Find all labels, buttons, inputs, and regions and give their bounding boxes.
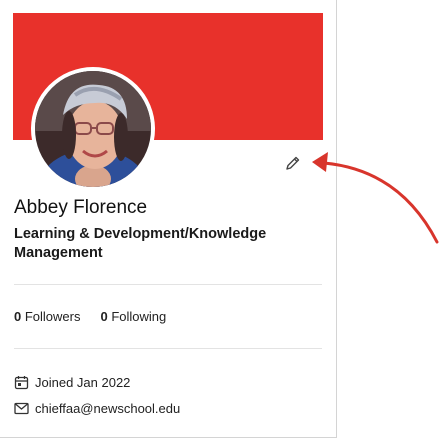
following-count: 0 [100, 309, 108, 324]
divider [14, 348, 322, 349]
joined-text: Joined Jan 2022 [35, 375, 131, 390]
edit-profile-button[interactable] [283, 153, 303, 173]
profile-title: Learning & Development/Knowledge Managem… [14, 226, 267, 261]
followers-count: 0 [14, 309, 22, 324]
following-label: Following [111, 309, 167, 324]
followers-link[interactable]: 0 Followers [14, 309, 80, 324]
following-link[interactable]: 0 Following [100, 309, 166, 324]
avatar[interactable] [31, 67, 155, 191]
envelope-icon [14, 402, 29, 415]
followers-label: Followers [24, 309, 81, 324]
profile-card: Abbey Florence Learning & Development/Kn… [0, 0, 337, 438]
pencil-icon [286, 156, 300, 170]
divider [14, 284, 322, 285]
email-link[interactable]: chieffaa@newschool.edu [35, 401, 180, 416]
follow-stats: 0 Followers 0 Following [14, 309, 166, 324]
calendar-icon [14, 376, 29, 390]
joined-date: Joined Jan 2022 [14, 375, 130, 390]
avatar-photo [35, 71, 151, 187]
profile-name: Abbey Florence [14, 197, 148, 218]
email-row: chieffaa@newschool.edu [14, 401, 180, 416]
